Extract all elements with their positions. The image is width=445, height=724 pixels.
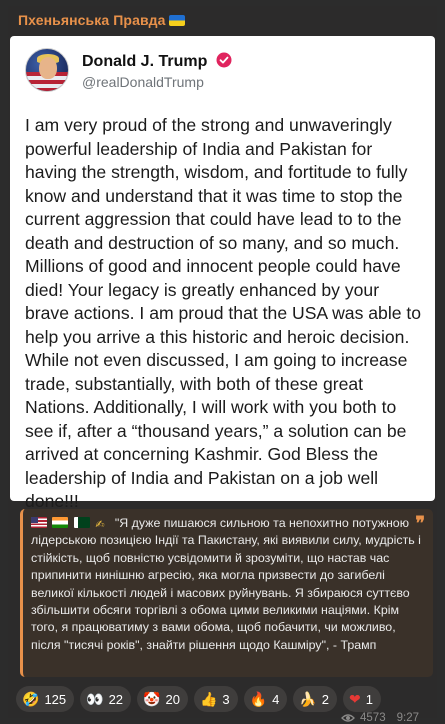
channel-name-label: Пхеньянська Правда bbox=[18, 12, 166, 28]
reaction-count: 4 bbox=[272, 691, 280, 707]
reactions-bar: 🤣 125 👀 22 🤡 20 👍 3 🔥 4 🍌 2 ❤ 1 bbox=[16, 686, 381, 712]
thumbs-up-emoji-icon: 👍 bbox=[199, 691, 218, 707]
banana-emoji-icon: 🍌 bbox=[299, 691, 317, 707]
eyes-emoji-icon: 👀 bbox=[86, 691, 104, 707]
reaction-thumbs-up[interactable]: 👍 3 bbox=[193, 686, 238, 712]
message-bubble: Пхеньянська Правда Donald J. Trump @real… bbox=[8, 6, 437, 724]
usa-flag-icon bbox=[31, 517, 47, 528]
view-count: 4573 bbox=[360, 712, 386, 724]
writing-hand-icon: ✍ bbox=[95, 519, 105, 531]
post-screenshot[interactable]: Donald J. Trump @realDonaldTrump I am ve… bbox=[10, 36, 435, 511]
translation-quote: ❞ ✍ "Я дуже пишаюся сильною та непохитно… bbox=[20, 509, 433, 677]
reaction-eyes[interactable]: 👀 22 bbox=[80, 686, 132, 712]
ukraine-flag-icon bbox=[168, 15, 185, 26]
post-body: I am very proud of the strong and unwave… bbox=[25, 115, 422, 511]
message-time: 9:27 bbox=[396, 712, 419, 724]
reaction-clown[interactable]: 🤡 20 bbox=[137, 686, 188, 712]
rofl-emoji-icon: 🤣 bbox=[22, 691, 40, 707]
pakistan-flag-icon bbox=[73, 517, 90, 528]
quote-body: "Я дуже пишаюся сильною та непохитно пот… bbox=[31, 516, 421, 652]
avatar bbox=[25, 48, 69, 92]
author-handle: @realDonaldTrump bbox=[82, 74, 204, 90]
reaction-count: 1 bbox=[365, 691, 373, 707]
heart-emoji-icon: ❤ bbox=[348, 691, 361, 707]
verified-badge-icon bbox=[216, 52, 232, 68]
quote-text: ✍ "Я дуже пишаюся сильною та непохитно п… bbox=[31, 515, 423, 654]
reaction-count: 125 bbox=[44, 691, 67, 707]
reaction-count: 20 bbox=[165, 691, 180, 707]
reaction-count: 22 bbox=[108, 691, 124, 707]
channel-name[interactable]: Пхеньянська Правда bbox=[18, 12, 185, 28]
reaction-count: 2 bbox=[321, 691, 329, 707]
author-name: Donald J. Trump bbox=[82, 52, 232, 71]
author-name-label: Donald J. Trump bbox=[82, 53, 208, 70]
india-flag-icon bbox=[52, 517, 69, 528]
reaction-fire[interactable]: 🔥 4 bbox=[243, 686, 288, 712]
reaction-banana[interactable]: 🍌 2 bbox=[293, 686, 337, 712]
message-meta: 4573 9:27 bbox=[341, 712, 419, 724]
clown-emoji-icon: 🤡 bbox=[143, 691, 161, 707]
reaction-count: 3 bbox=[222, 691, 230, 707]
reaction-rofl[interactable]: 🤣 125 bbox=[16, 686, 75, 712]
eye-icon bbox=[341, 714, 355, 722]
reaction-heart[interactable]: ❤ 1 bbox=[342, 686, 381, 712]
fire-emoji-icon: 🔥 bbox=[249, 691, 268, 707]
